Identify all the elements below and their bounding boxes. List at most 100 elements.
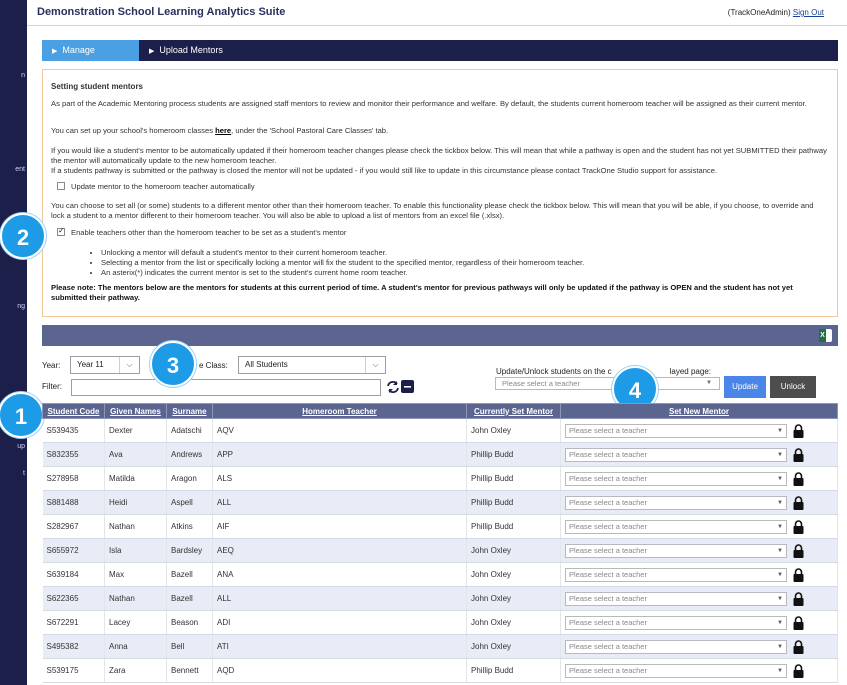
set-new-mentor-cell: Please select a teacher ▼ — [560, 418, 838, 443]
lock-icon[interactable] — [793, 471, 804, 486]
sidebar-item[interactable]: ent — [0, 166, 27, 173]
bulk-teacher-select[interactable]: Please select a teacher ▼ — [495, 377, 720, 390]
chevron-down-icon: ▼ — [777, 595, 783, 602]
sidebar-item-label: ent — [15, 166, 25, 173]
sidebar-item-label: n — [21, 72, 25, 79]
column-header-current-mentor[interactable]: Currently Set Mentor — [466, 403, 561, 419]
column-header-given-names[interactable]: Given Names — [104, 403, 167, 419]
mentor-select[interactable]: Please select a teacher ▼ — [565, 567, 787, 582]
info-paragraph: You can set up your school's homeroom cl… — [51, 126, 827, 136]
table-row: S622365 Nathan Bazell ALL John Oxley Please s… — [42, 586, 838, 611]
sidebar-item[interactable]: ng — [0, 303, 27, 310]
student-code-cell: S539435 — [42, 418, 105, 443]
chevron-down-icon: ▼ — [777, 667, 783, 674]
lock-icon[interactable] — [793, 567, 804, 582]
student-code-cell: S282967 — [42, 514, 105, 539]
given-names-cell: Zara — [104, 658, 167, 683]
year-select[interactable]: Year 11 ⌵ — [70, 356, 140, 374]
table-row: S832355 Ava Andrews APP Phillip Budd Please s… — [42, 442, 838, 467]
current-mentor-cell: John Oxley — [466, 586, 561, 611]
enable-other-mentors-checkbox[interactable] — [57, 226, 65, 236]
filter-input[interactable] — [71, 379, 381, 396]
info-text: , under the 'School Pastoral Care Classe… — [231, 126, 389, 135]
chevron-down-icon: ▼ — [777, 427, 783, 434]
chevron-down-icon: ▼ — [706, 380, 712, 386]
mentor-select[interactable]: Please select a teacher ▼ — [565, 639, 787, 654]
lock-icon[interactable] — [793, 615, 804, 630]
mentor-select-placeholder: Please select a teacher — [569, 473, 647, 483]
chevron-down-icon: ▼ — [777, 451, 783, 458]
mentor-select[interactable]: Please select a teacher ▼ — [565, 423, 787, 438]
mentor-select[interactable]: Please select a teacher ▼ — [565, 447, 787, 462]
lock-icon[interactable] — [793, 495, 804, 510]
auto-update-option: Update mentor to the homeroom teacher au… — [57, 182, 827, 192]
column-header-surname[interactable]: Surname — [166, 403, 213, 419]
lock-icon[interactable] — [793, 663, 804, 678]
homeroom-teacher-cell: AIF — [212, 514, 467, 539]
auto-update-checkbox[interactable] — [57, 182, 65, 190]
table-header-row: Student Code Given Names Surname Homeroo… — [42, 403, 838, 419]
set-new-mentor-cell: Please select a teacher ▼ — [560, 538, 838, 563]
tab-upload-mentors[interactable]: ▶ Upload Mentors — [139, 40, 233, 61]
chevron-down-icon: ▼ — [777, 547, 783, 554]
column-header-homeroom-teacher[interactable]: Homeroom Teacher — [212, 403, 467, 419]
homeroom-teacher-cell: AQD — [212, 658, 467, 683]
class-select[interactable]: All Students ⌵ — [238, 356, 386, 374]
surname-cell: Bazell — [166, 562, 213, 587]
surname-cell: Beason — [166, 610, 213, 635]
homeroom-teacher-cell: ANA — [212, 562, 467, 587]
lock-icon[interactable] — [793, 447, 804, 462]
homeroom-teacher-cell: ATI — [212, 634, 467, 659]
year-select-value: Year 11 — [77, 360, 104, 369]
chevron-down-icon: ▼ — [777, 523, 783, 530]
mentor-select[interactable]: Please select a teacher ▼ — [565, 519, 787, 534]
student-code-cell: S881488 — [42, 490, 105, 515]
mentor-select[interactable]: Please select a teacher ▼ — [565, 495, 787, 510]
set-new-mentor-cell: Please select a teacher ▼ — [560, 514, 838, 539]
minus-icon[interactable] — [401, 380, 414, 393]
lock-icon[interactable] — [793, 543, 804, 558]
mentor-select[interactable]: Please select a teacher ▼ — [565, 543, 787, 558]
set-new-mentor-cell: Please select a teacher ▼ — [560, 634, 838, 659]
given-names-cell: Isla — [104, 538, 167, 563]
lock-icon[interactable] — [793, 519, 804, 534]
column-header-student-code[interactable]: Student Code — [42, 403, 105, 419]
chevron-down-icon: ▼ — [777, 643, 783, 650]
refresh-icon[interactable] — [386, 380, 400, 394]
bulk-select-placeholder: Please select a teacher — [502, 379, 580, 388]
table-row: S672291 Lacey Beason ADI John Oxley Please se… — [42, 610, 838, 635]
update-button[interactable]: Update — [724, 376, 766, 398]
sidebar-item[interactable]: n — [0, 72, 27, 79]
student-code-cell: S655972 — [42, 538, 105, 563]
mentor-select[interactable]: Please select a teacher ▼ — [565, 591, 787, 606]
class-select-value: All Students — [245, 360, 288, 369]
homeroom-classes-link[interactable]: here — [215, 126, 231, 135]
table-row: S639184 Max Bazell ANA John Oxley Please sele… — [42, 562, 838, 587]
homeroom-teacher-cell: ALS — [212, 466, 467, 491]
homeroom-teacher-cell: AQV — [212, 418, 467, 443]
lock-icon[interactable] — [793, 639, 804, 654]
sidebar-item[interactable]: t — [0, 470, 27, 477]
given-names-cell: Heidi — [104, 490, 167, 515]
lock-icon[interactable] — [793, 423, 804, 438]
sign-out-link[interactable]: Sign Out — [793, 8, 824, 17]
sidebar-item[interactable]: up — [0, 443, 27, 450]
mentor-select[interactable]: Please select a teacher ▼ — [565, 615, 787, 630]
given-names-cell: Nathan — [104, 514, 167, 539]
mentor-select-placeholder: Please select a teacher — [569, 449, 647, 459]
chevron-down-icon: ▼ — [777, 571, 783, 578]
column-header-set-new-mentor[interactable]: Set New Mentor — [560, 403, 838, 419]
mentor-select[interactable]: Please select a teacher ▼ — [565, 471, 787, 486]
mentor-select[interactable]: Please select a teacher ▼ — [565, 663, 787, 678]
chevron-down-icon: ▼ — [777, 619, 783, 626]
filter-label: Filter: — [42, 382, 62, 391]
table-row: S539435 Dexter Adatschi AQV John Oxley Please… — [42, 418, 838, 443]
tab-manage-mentors[interactable]: ▶Manage Mentors — [42, 40, 139, 77]
current-mentor-cell: Phillip Budd — [466, 658, 561, 683]
unlock-button[interactable]: Unlock — [770, 376, 816, 398]
bulk-update-label: Update/Unlock students on the c layed pag… — [496, 367, 711, 376]
lock-icon[interactable] — [793, 591, 804, 606]
tab-label: Upload Mentors — [159, 45, 223, 55]
homeroom-teacher-cell: ADI — [212, 610, 467, 635]
excel-icon[interactable]: X — [819, 329, 832, 342]
